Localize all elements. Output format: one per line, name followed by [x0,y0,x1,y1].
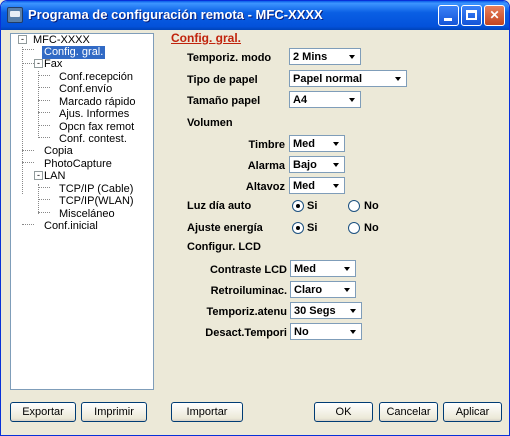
alarma-value: Bajo [293,159,317,171]
altavoz-select[interactable]: Med [289,177,345,194]
tamano-papel-label: Tamaño papel [187,95,261,107]
temporiz-atenu-value: 30 Segs [294,305,336,317]
luz-dia-si-label: Si [307,200,318,212]
ajuste-energia-si-label: Si [307,222,318,234]
temporiz-modo-select[interactable]: 2 Mins [289,48,361,65]
tree-connector [22,47,23,194]
section-title: Config. gral. [171,31,241,45]
tree-connector [38,71,39,138]
tree-connector [22,63,34,64]
exportar-button[interactable]: Exportar [10,402,76,422]
tree-connector [22,49,34,50]
close-button[interactable]: ✕ [484,5,505,26]
chevron-down-icon [330,137,343,150]
temporiz-atenu-label: Temporiz.atenu [206,306,287,318]
chevron-down-icon [330,158,343,171]
retroilum-select[interactable]: Claro [290,281,356,298]
tree-item-conf-inicial[interactable]: Conf.inicial [42,220,100,233]
tipo-papel-select[interactable]: Papel normal [289,70,407,87]
tree-item-copia[interactable]: Copia [42,145,75,158]
window-title: Programa de configuración remota - MFC-X… [28,7,323,22]
chevron-down-icon [341,262,354,275]
retroilum-label: Retroiluminac. [210,285,287,297]
contraste-select[interactable]: Med [290,260,356,277]
desact-value: No [294,326,309,338]
tree-connector [22,224,34,225]
chevron-down-icon [346,93,359,106]
minimize-button[interactable] [438,5,459,26]
tree-connector [38,187,50,188]
timbre-label: Timbre [248,139,285,151]
alarma-select[interactable]: Bajo [289,156,345,173]
imprimir-button[interactable]: Imprimir [81,402,147,422]
tree-connector [38,100,50,101]
chevron-down-icon [346,50,359,63]
temporiz-atenu-select[interactable]: 30 Segs [290,302,362,319]
tree-connector [38,75,50,76]
temporiz-modo-label: Temporiz. modo [187,52,272,64]
tree-item-tcpip-wlan[interactable]: TCP/IP(WLAN) [57,195,136,208]
desact-select[interactable]: No [290,323,362,340]
remote-setup-window: Programa de configuración remota - MFC-X… [0,0,510,436]
altavoz-label: Altavoz [245,181,285,193]
tipo-papel-value: Papel normal [293,73,363,85]
contraste-label: Contraste LCD [209,264,287,276]
aplicar-button[interactable]: Aplicar [443,402,502,422]
lcd-header: Configur. LCD [187,241,261,253]
contraste-value: Med [294,263,316,275]
tamano-papel-value: A4 [293,94,308,106]
retroilum-value: Claro [294,284,323,296]
tree-item-conf-envio[interactable]: Conf.envío [57,83,114,96]
settings-tree[interactable]: - MFC-XXXX Config. gral. - Fax Conf.rece… [10,33,154,390]
ajuste-energia-si-radio[interactable] [292,222,304,234]
chevron-down-icon [341,283,354,296]
tree-connector [22,150,34,151]
desact-label: Desact.Tempori [205,327,287,339]
luz-dia-no-label: No [364,200,379,212]
tree-connector [38,125,50,126]
luz-dia-no-radio[interactable] [348,200,360,212]
luz-dia-si-radio[interactable] [292,200,304,212]
tree-item-ajus-informes[interactable]: Ajus. Informes [57,108,131,121]
tipo-papel-label: Tipo de papel [187,74,258,86]
luz-dia-label: Luz día auto [187,200,252,212]
ajuste-energia-no-radio[interactable] [348,222,360,234]
tree-connector [38,87,50,88]
ajuste-energia-no-label: No [364,222,379,234]
volumen-header: Volumen [187,117,233,129]
tamano-papel-select[interactable]: A4 [289,91,361,108]
altavoz-value: Med [293,180,315,192]
maximize-button[interactable] [461,5,482,26]
ok-button[interactable]: OK [314,402,373,422]
chevron-down-icon [347,325,360,338]
tree-connector [38,199,50,200]
timbre-select[interactable]: Med [289,135,345,152]
ajuste-energia-label: Ajuste energía [187,222,263,234]
alarma-label: Alarma [247,160,285,172]
importar-button[interactable]: Importar [171,402,243,422]
chevron-down-icon [392,72,405,85]
tree-connector [22,162,34,163]
tree-collapse-toggle[interactable]: - [18,35,27,44]
tree-connector [38,212,50,213]
tree-connector [38,112,50,113]
tree-connector [38,137,50,138]
cancelar-button[interactable]: Cancelar [379,402,438,422]
tree-item-fax[interactable]: Fax [42,58,64,71]
printer-icon [7,7,23,23]
temporiz-modo-value: 2 Mins [293,51,328,63]
chevron-down-icon [347,304,360,317]
chevron-down-icon [330,179,343,192]
tree-item-lan[interactable]: LAN [42,170,67,183]
title-bar[interactable]: Programa de configuración remota - MFC-X… [1,1,509,30]
timbre-value: Med [293,138,315,150]
